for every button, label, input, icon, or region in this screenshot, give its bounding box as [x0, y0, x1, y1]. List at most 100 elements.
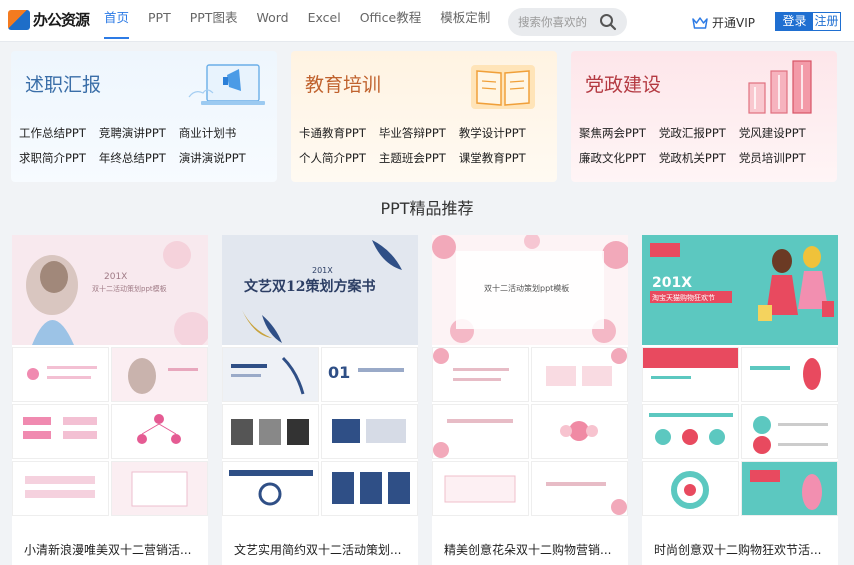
template-title[interactable]: 精美创意花朵双十二购物营销... — [444, 541, 626, 558]
nav-excel[interactable]: Excel — [308, 0, 341, 42]
slide-thumb — [642, 461, 739, 516]
slide-thumb — [432, 404, 529, 459]
template-card[interactable]: 201X 双十二活动策划ppt模板 小清新浪漫唯美双十二营销活... — [12, 235, 208, 565]
category-link[interactable]: 竞聘演讲PPT — [99, 125, 166, 142]
register-button[interactable]: 注册 — [813, 13, 840, 30]
main-nav: 首页 PPT PPT图表 Word Excel Office教程 模板定制 — [104, 0, 509, 42]
search-input[interactable] — [518, 15, 606, 29]
slide-grid — [432, 347, 628, 537]
slide-thumb: 01 — [321, 347, 418, 402]
nav-office-tutorial[interactable]: Office教程 — [360, 0, 422, 42]
cover-year: 201X — [312, 266, 333, 275]
svg-text:01: 01 — [328, 363, 350, 382]
category-link[interactable]: 党员培训PPT — [739, 150, 806, 167]
site-logo[interactable]: 办公资源 — [8, 9, 90, 30]
nav-word[interactable]: Word — [256, 0, 288, 42]
category-link[interactable]: 党政机关PPT — [659, 150, 726, 167]
slide-thumb — [741, 347, 838, 402]
slide-grid — [12, 347, 208, 537]
category-link[interactable]: 课堂教育PPT — [459, 150, 526, 167]
slide-thumb — [321, 404, 418, 459]
login-button[interactable]: 登录 — [776, 13, 813, 30]
slide-grid — [642, 347, 838, 537]
category-link[interactable]: 廉政文化PPT — [579, 150, 646, 167]
top-header: 办公资源 首页 PPT PPT图表 Word Excel Office教程 模板… — [0, 0, 854, 42]
template-title[interactable]: 时尚创意双十二购物狂欢节活... — [654, 541, 836, 558]
template-cover: 201X 双十二活动策划ppt模板 — [12, 235, 208, 345]
logo-icon — [8, 9, 30, 30]
search-icon[interactable] — [599, 13, 617, 31]
slide-thumb — [12, 461, 109, 516]
category-link[interactable]: 毕业答辩PPT — [379, 125, 446, 142]
slide-grid: 01 — [222, 347, 418, 537]
template-cover: 双十二活动策划ppt模板 — [432, 235, 628, 345]
vip-label: 开通VIP — [712, 16, 755, 30]
slide-thumb — [531, 404, 628, 459]
slide-thumb — [111, 461, 208, 516]
crown-icon — [692, 16, 708, 29]
category-link[interactable]: 卡通教育PPT — [299, 125, 366, 142]
cover-title: 淘宝天猫购物狂欢节 — [652, 293, 715, 302]
category-link[interactable]: 求职简介PPT — [19, 150, 86, 167]
book-icon — [471, 65, 535, 109]
slide-thumb — [321, 461, 418, 516]
category-title: 述职汇报 — [25, 74, 102, 96]
category-link[interactable]: 演讲演说PPT — [179, 150, 246, 167]
template-thumbnail[interactable]: 201X 淘宝天猫购物狂欢节 — [642, 235, 838, 537]
template-thumbnail[interactable]: 201X 文艺双12策划方案书 01 — [222, 235, 418, 537]
slide-thumb — [12, 404, 109, 459]
category-card-education[interactable]: 教育培训 卡通教育PPT 毕业答辩PPT 教学设计PPT 个人简介PPT 主题班… — [291, 51, 557, 182]
template-card[interactable]: 双十二活动策划ppt模板 精美创意花朵双十二购物营销... — [432, 235, 628, 565]
template-card[interactable]: 201X 淘宝天猫购物狂欢节 时尚创意双十二购物狂欢节活... — [642, 235, 838, 565]
category-links: 工作总结PPT 竞聘演讲PPT 商业计划书 求职简介PPT 年终总结PPT 演讲… — [19, 125, 271, 167]
template-title[interactable]: 文艺实用简约双十二活动策划... — [234, 541, 416, 558]
nav-custom-template[interactable]: 模板定制 — [440, 0, 490, 42]
slide-thumb — [432, 347, 529, 402]
category-links: 聚焦两会PPT 党政汇报PPT 党风建设PPT 廉政文化PPT 党政机关PPT … — [579, 125, 831, 167]
category-link[interactable]: 党风建设PPT — [739, 125, 806, 142]
slide-thumb — [12, 347, 109, 402]
category-links: 卡通教育PPT 毕业答辩PPT 教学设计PPT 个人简介PPT 主题班会PPT … — [299, 125, 551, 167]
slide-thumb — [531, 461, 628, 516]
nav-ppt-chart[interactable]: PPT图表 — [190, 0, 238, 42]
category-link[interactable]: 个人简介PPT — [299, 150, 366, 167]
slide-thumb — [111, 404, 208, 459]
slide-thumb — [642, 404, 739, 459]
cover-year: 201X — [652, 275, 692, 291]
slide-thumb — [531, 347, 628, 402]
category-link[interactable]: 工作总结PPT — [19, 125, 86, 142]
template-cover: 201X 文艺双12策划方案书 — [222, 235, 418, 345]
slide-thumb — [222, 461, 319, 516]
category-card-party[interactable]: 党政建设 聚焦两会PPT 党政汇报PPT 党风建设PPT 廉政文化PPT 党政机… — [571, 51, 837, 182]
vip-link[interactable]: 开通VIP — [692, 14, 755, 31]
category-link[interactable]: 党政汇报PPT — [659, 125, 726, 142]
category-link[interactable]: 主题班会PPT — [379, 150, 446, 167]
template-thumbnail[interactable]: 201X 双十二活动策划ppt模板 — [12, 235, 208, 537]
search-box — [508, 8, 627, 36]
slide-thumb — [222, 404, 319, 459]
category-title: 党政建设 — [585, 74, 662, 96]
category-title: 教育培训 — [305, 74, 382, 96]
auth-buttons: 登录 注册 — [775, 12, 841, 31]
nav-home[interactable]: 首页 — [104, 0, 130, 42]
category-link[interactable]: 教学设计PPT — [459, 125, 526, 142]
nav-ppt[interactable]: PPT — [148, 0, 171, 42]
section-title: PPT精品推荐 — [380, 199, 474, 218]
category-link[interactable]: 聚焦两会PPT — [579, 125, 646, 142]
slide-thumb — [741, 404, 838, 459]
category-card-report[interactable]: 述职汇报 工作总结PPT 竞聘演讲PPT 商业计划书 求职简介PPT 年终总结P… — [11, 51, 277, 182]
category-link[interactable]: 年终总结PPT — [99, 150, 166, 167]
template-card[interactable]: 201X 文艺双12策划方案书 01 文艺实用简约双十二活动策划... — [222, 235, 418, 565]
slide-thumb — [432, 461, 529, 516]
template-title[interactable]: 小清新浪漫唯美双十二营销活... — [24, 541, 206, 558]
cover-title: 双十二活动策划ppt模板 — [92, 284, 167, 293]
template-cover: 201X 淘宝天猫购物狂欢节 — [642, 235, 838, 345]
template-thumbnail[interactable]: 双十二活动策划ppt模板 — [432, 235, 628, 537]
slide-thumb — [642, 347, 739, 402]
category-link[interactable]: 商业计划书 — [179, 125, 246, 142]
laptop-icon — [188, 64, 265, 105]
cover-year: 201X — [104, 272, 127, 282]
building-chart-icon — [748, 60, 812, 114]
logo-text: 办公资源 — [33, 11, 90, 29]
cover-title: 双十二活动策划ppt模板 — [484, 283, 569, 293]
